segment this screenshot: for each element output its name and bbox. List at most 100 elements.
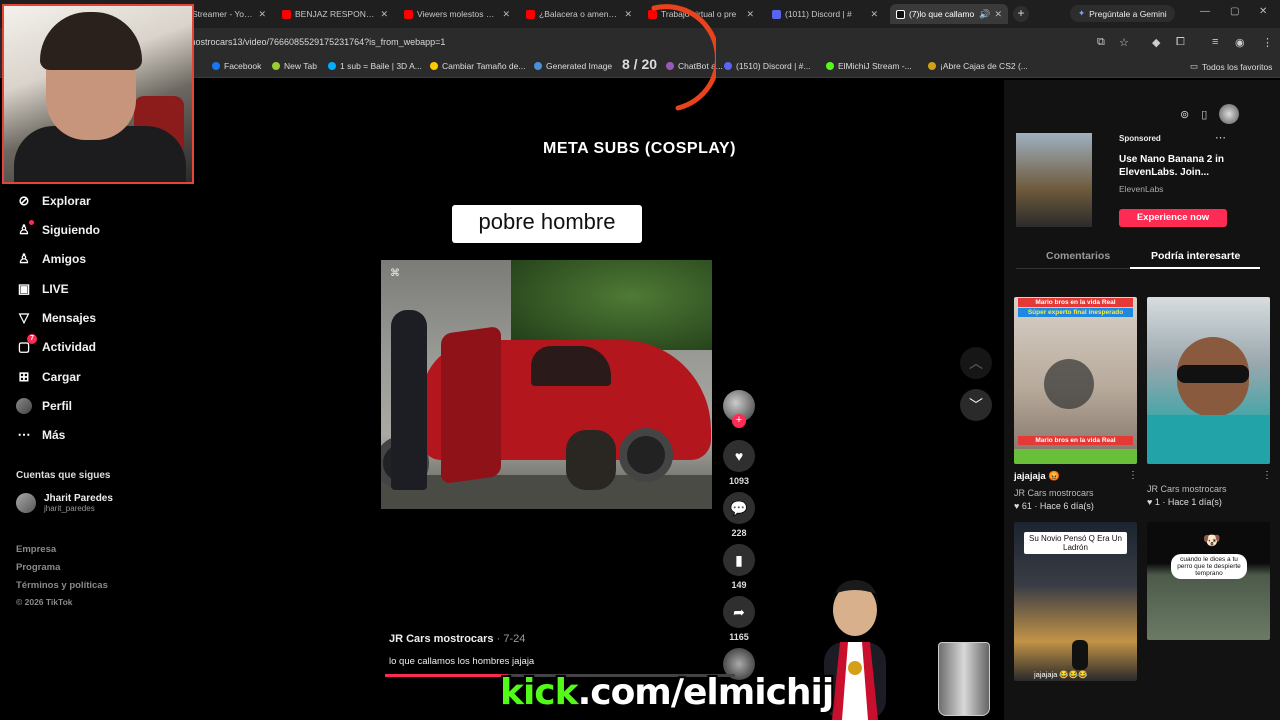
ad-cta-button[interactable]: Experience now bbox=[1119, 209, 1227, 227]
comment-icon: 💬 bbox=[723, 492, 755, 524]
bookmark-item[interactable]: New Tab bbox=[272, 61, 317, 71]
close-tab-icon[interactable]: ✕ bbox=[994, 9, 1002, 20]
thumb-more-icon[interactable]: ⋮ bbox=[1128, 470, 1138, 481]
bookmark-item[interactable]: Cambiar Tamaño de... bbox=[430, 61, 525, 71]
tab-comentarios[interactable]: Comentarios bbox=[1046, 250, 1110, 262]
capcut-icon: ⌘ bbox=[390, 268, 400, 279]
footer-link-programa[interactable]: Programa bbox=[16, 562, 60, 573]
puzzle-icon[interactable]: ⧠ bbox=[1176, 36, 1185, 49]
sidebar-item-mas[interactable]: ⋯ Más bbox=[16, 425, 66, 445]
share-button[interactable]: ➦ 1165 bbox=[722, 596, 756, 642]
footer-link-terminos[interactable]: Términos y políticas bbox=[16, 580, 108, 591]
previous-video-button[interactable]: ︿ bbox=[960, 347, 992, 379]
recommended-video[interactable] bbox=[1147, 297, 1270, 464]
browser-tab[interactable]: Streamer - YouTube ✕ bbox=[186, 4, 272, 24]
bookmark-label: Cambiar Tamaño de... bbox=[442, 61, 526, 71]
tab-title: (7)lo que callamo bbox=[909, 9, 975, 19]
bookmark-item[interactable]: 1 sub = Baile | 3D A... bbox=[328, 61, 422, 71]
audio-icon[interactable]: 🔊 bbox=[979, 9, 990, 20]
sunglasses bbox=[1177, 365, 1249, 383]
bookmark-item[interactable]: ElMichiJ Stream -... bbox=[826, 61, 912, 71]
sidebar-item-actividad[interactable]: ▢ 7 Actividad bbox=[16, 334, 96, 357]
car-wheel bbox=[619, 428, 673, 482]
streamer-hair bbox=[40, 12, 142, 70]
share-icon: ➦ bbox=[723, 596, 755, 628]
recommended-video[interactable]: 🐶 cuando le dices a tu perro que te desp… bbox=[1147, 522, 1270, 640]
recommended-video[interactable]: Su Novio Pensó Q Era Un Ladrón jajajaja … bbox=[1014, 522, 1137, 681]
bookmark-item[interactable]: Generated Image bbox=[534, 61, 612, 71]
close-tab-icon[interactable]: ✕ bbox=[502, 9, 510, 20]
comment-button[interactable]: 💬 228 bbox=[722, 492, 756, 538]
bookmark-icon bbox=[928, 62, 936, 70]
save-button[interactable]: ▮ 149 bbox=[722, 544, 756, 590]
webcam-overlay bbox=[2, 4, 194, 184]
browser-tab[interactable]: Viewers molestos con ✕ bbox=[398, 4, 516, 24]
browser-tab[interactable]: BENJAZ RESPONDE ✕ bbox=[276, 4, 394, 24]
gemini-button[interactable]: ✦ Pregúntale a Gemini bbox=[1070, 5, 1175, 22]
user-avatar[interactable] bbox=[1219, 104, 1240, 124]
new-tab-button[interactable]: + bbox=[1013, 6, 1029, 22]
bookmark-icon bbox=[272, 62, 280, 70]
bookmark-icon bbox=[328, 62, 336, 70]
bookmark-item[interactable]: (1510) Discord | #... bbox=[724, 61, 811, 71]
sidebar-item-explorar[interactable]: ⊘ Explorar bbox=[16, 191, 91, 211]
video-player[interactable]: ⌘ bbox=[381, 260, 712, 509]
coin-icon[interactable]: ⊚ bbox=[1180, 108, 1189, 121]
loading-arc bbox=[651, 4, 716, 111]
close-tab-icon[interactable]: ✕ bbox=[258, 9, 266, 20]
device-icon[interactable]: ▯ bbox=[1201, 108, 1207, 121]
bookmark-label: ElMichiJ Stream -... bbox=[838, 61, 912, 71]
close-tab-icon[interactable]: ✕ bbox=[624, 9, 632, 20]
share-count: 1165 bbox=[729, 632, 749, 642]
all-favorites[interactable]: ▭ Todos los favoritos bbox=[1190, 61, 1272, 72]
activity-badge: 7 bbox=[27, 334, 37, 344]
minimize-icon[interactable]: — bbox=[1200, 6, 1210, 17]
sidebar-item-amigos[interactable]: ♙ Amigos bbox=[16, 249, 86, 269]
ad-thumbnail[interactable] bbox=[1016, 133, 1092, 227]
sidebar-item-mensajes[interactable]: ▽ Mensajes bbox=[16, 308, 96, 328]
follow-button[interactable]: + bbox=[732, 414, 746, 428]
glass-sticker bbox=[938, 642, 990, 716]
next-video-button[interactable]: ﹀ bbox=[960, 389, 992, 421]
favorites-label: Todos los favoritos bbox=[1202, 61, 1273, 72]
thumb-more-icon[interactable]: ⋮ bbox=[1262, 470, 1272, 481]
close-tab-icon[interactable]: ✕ bbox=[870, 9, 878, 20]
media-icon[interactable]: ≡ bbox=[1212, 36, 1218, 48]
bookmark-label: Generated Image bbox=[546, 61, 613, 71]
recommended-video[interactable]: Mario bros en la vida Real Súper experto… bbox=[1014, 297, 1137, 464]
recommended-stats: ♥ 61 · Hace 6 día(s) bbox=[1014, 501, 1094, 511]
browser-tab[interactable]: (1011) Discord | # ✕ bbox=[766, 4, 884, 24]
ad-more-icon[interactable]: ⋯ bbox=[1215, 131, 1226, 144]
following-account[interactable]: Jharit Paredes jharit_paredes bbox=[16, 493, 113, 513]
recommended-caption: jajajaja 😡 bbox=[1014, 471, 1061, 482]
sidebar-item-live[interactable]: ▣ LIVE bbox=[16, 279, 69, 299]
recommended-author: JR Cars mostrocars bbox=[1014, 488, 1094, 498]
sidebar-item-perfil[interactable]: Perfil bbox=[16, 396, 72, 416]
translate-icon[interactable]: ⧉ bbox=[1097, 36, 1105, 49]
ad-title[interactable]: Use Nano Banana 2 in ElevenLabs. Join... bbox=[1119, 153, 1229, 179]
video-author[interactable]: JR Cars mostrocars · 7-24 bbox=[389, 633, 525, 645]
kick-icon bbox=[826, 62, 834, 70]
profile-icon[interactable]: ◉ bbox=[1235, 36, 1245, 49]
maximize-icon[interactable]: ▢ bbox=[1230, 6, 1239, 17]
profile-avatar bbox=[16, 398, 32, 414]
like-button[interactable]: ♥ 1093 bbox=[722, 440, 756, 486]
sidebar-item-siguiendo[interactable]: ♙ Siguiendo bbox=[16, 220, 100, 240]
bookmark-label: 1 sub = Baile | 3D A... bbox=[340, 61, 422, 71]
browser-tab-active[interactable]: (7)lo que callamo 🔊 ✕ bbox=[890, 4, 1008, 24]
footer-link-empresa[interactable]: Empresa bbox=[16, 544, 56, 555]
browser-tab[interactable]: ¿Balacera o amenaza ✕ bbox=[520, 4, 638, 24]
url-field[interactable]: mostrocars13/video/7666085529175231764?i… bbox=[188, 37, 445, 47]
extension-icon[interactable]: ◆ bbox=[1152, 36, 1160, 49]
bookmark-item[interactable]: ¡Abre Cajas de CS2 (... bbox=[928, 61, 1028, 71]
progress-fill bbox=[385, 674, 508, 677]
bookmark-item[interactable]: Facebook bbox=[212, 61, 261, 71]
kebab-menu-icon[interactable]: ⋮ bbox=[1262, 36, 1273, 49]
close-tab-icon[interactable]: ✕ bbox=[746, 9, 754, 20]
bookmark-star-icon[interactable]: ☆ bbox=[1119, 36, 1129, 49]
close-tab-icon[interactable]: ✕ bbox=[380, 9, 388, 20]
sidebar-item-cargar[interactable]: ⊞ Cargar bbox=[16, 367, 81, 387]
kick-logo-text: kick bbox=[500, 672, 579, 713]
tab-podria-interesarte[interactable]: Podría interesarte bbox=[1151, 250, 1240, 262]
close-window-icon[interactable]: ✕ bbox=[1259, 6, 1267, 17]
